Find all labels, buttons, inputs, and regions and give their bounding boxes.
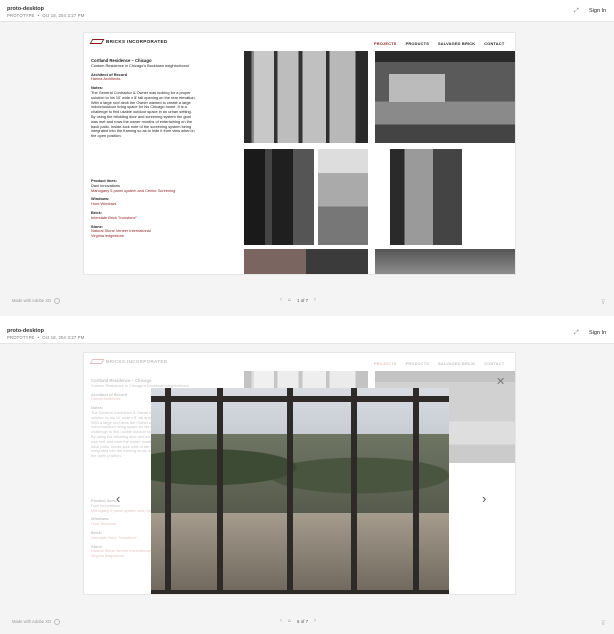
adobe-xd-icon [54, 298, 61, 304]
gallery-photo-kitchen[interactable] [375, 249, 515, 274]
chevron-right-icon[interactable]: › [314, 618, 316, 624]
made-with-text: Made with Adobe XD [12, 298, 52, 304]
lightbox: ✕ ‹ › [84, 353, 515, 594]
meta-separator: • [37, 335, 40, 340]
filter-icon[interactable]: ⊽ [601, 620, 605, 627]
pager: ‹ ⌂ 6 of 7 › [280, 618, 316, 624]
project-name: proto-desktop [7, 6, 44, 12]
close-icon[interactable]: ✕ [496, 377, 505, 388]
gallery-photo-doorway[interactable] [390, 149, 462, 245]
sign-in-button[interactable]: Sign In [589, 8, 606, 14]
pager: ‹ ⌂ 1 of 7 › [280, 297, 316, 303]
expand-icon[interactable]: ⤢ [574, 330, 579, 337]
chevron-left-icon[interactable]: ‹ [116, 491, 120, 506]
logo-text: BRICKS INCORPORATED [106, 39, 168, 44]
adobe-xd-icon [54, 619, 61, 625]
meta-type: PROTOTYPE [7, 335, 35, 340]
meta-date: Oct 18, 204 3:27 PM [42, 13, 85, 18]
gallery-photo-interior-glass[interactable] [244, 149, 314, 245]
bottom-bar: Made with Adobe XD ‹ ⌂ 6 of 7 › ⊽ [0, 613, 614, 631]
stone-link-2[interactable]: Virginia ledgestone [91, 233, 196, 239]
filter-icon[interactable]: ⊽ [601, 299, 605, 306]
lightbox-photo-folding-doors [151, 388, 449, 594]
artboard: BRICKS INCORPORATED PROJECTS PRODUCTS SA… [83, 352, 516, 595]
project-subtitle: Custom Residence in Chicago's Bucktown n… [91, 62, 189, 68]
nav-projects[interactable]: PROJECTS [374, 41, 397, 46]
product-link[interactable]: Mahogany 5 panel system and Centor Scree… [91, 188, 196, 194]
site-nav: PROJECTS PRODUCTS SALVAGED BRICK CONTACT [374, 41, 504, 46]
project-info: Cortland Residence – Chicago Custom Resi… [91, 58, 196, 239]
artboard: BRICKS INCORPORATED PROJECTS PRODUCTS SA… [83, 32, 516, 275]
gallery-photo-ceiling[interactable] [318, 149, 368, 245]
meta-separator: • [37, 13, 40, 18]
brick-logo-icon [89, 39, 105, 44]
top-bar: proto-desktop PROTOTYPE • Oct 18, 204 3:27… [0, 0, 614, 22]
home-icon[interactable]: ⌂ [288, 618, 291, 624]
gallery-photo-brick-wall[interactable] [244, 249, 368, 274]
project-meta: PROTOTYPE • Oct 18, 204 3:27 PM [7, 335, 84, 340]
expand-icon[interactable]: ⤢ [574, 8, 579, 15]
project-meta: PROTOTYPE • Oct 18, 204 3:27 PM [7, 13, 84, 18]
home-icon[interactable]: ⌂ [288, 297, 291, 303]
prototype-panel-page-1: proto-desktop PROTOTYPE • Oct 18, 204 3:27… [0, 0, 614, 316]
gallery-photo-folding-doors[interactable] [244, 51, 368, 143]
top-bar: proto-desktop PROTOTYPE • Oct 18, 204 3:27… [0, 322, 614, 344]
chevron-right-icon[interactable]: › [482, 491, 486, 506]
made-with-label: Made with Adobe XD [12, 298, 61, 304]
made-with-text: Made with Adobe XD [12, 619, 52, 625]
sign-in-button[interactable]: Sign In [589, 330, 606, 336]
made-with-label: Made with Adobe XD [12, 619, 61, 625]
brick-link[interactable]: Interstate Brick "Ironstone" [91, 215, 196, 221]
gallery-photo-living-room[interactable] [375, 51, 515, 143]
site-logo[interactable]: BRICKS INCORPORATED [89, 39, 168, 44]
nav-contact[interactable]: CONTACT [484, 41, 504, 46]
windows-link[interactable]: Hurd Windows [91, 201, 196, 207]
project-name: proto-desktop [7, 328, 44, 334]
prototype-panel-page-6: proto-desktop PROTOTYPE • Oct 18, 204 3:27… [0, 322, 614, 634]
meta-date: Oct 18, 204 3:27 PM [42, 335, 85, 340]
meta-type: PROTOTYPE [7, 13, 35, 18]
chevron-left-icon[interactable]: ‹ [280, 297, 282, 303]
page-indicator: 6 of 7 [297, 618, 309, 624]
page-indicator: 1 of 7 [297, 297, 309, 303]
chevron-left-icon[interactable]: ‹ [280, 618, 282, 624]
nav-products[interactable]: PRODUCTS [406, 41, 429, 46]
bottom-bar: Made with Adobe XD ‹ ⌂ 1 of 7 › ⊽ [0, 292, 614, 310]
nav-salvaged-brick[interactable]: SALVAGED BRICK [438, 41, 475, 46]
chevron-right-icon[interactable]: › [314, 297, 316, 303]
architect-link[interactable]: Hanna Architects [91, 77, 196, 82]
notes-text: The General Contractor & Owner was looki… [91, 89, 196, 139]
